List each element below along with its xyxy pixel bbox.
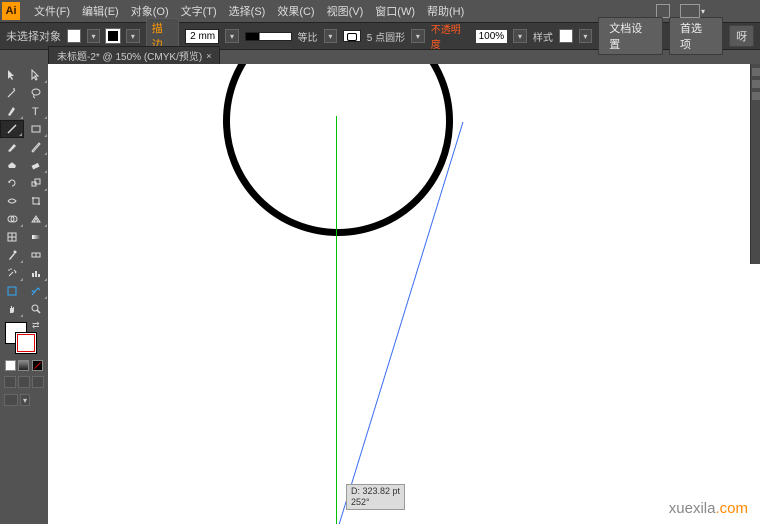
opacity-field[interactable]: 100%	[476, 30, 508, 43]
menu-help[interactable]: 帮助(H)	[421, 3, 470, 19]
gradient-tool[interactable]	[24, 228, 48, 246]
preferences-button[interactable]: 首选项	[669, 17, 723, 55]
measurement-distance: D: 323.82 pt	[351, 486, 400, 497]
measurement-tooltip: D: 323.82 pt 252°	[346, 484, 405, 510]
zoom-tool[interactable]	[24, 300, 48, 318]
stroke-weight-dropdown-icon[interactable]: ▾	[225, 29, 239, 43]
document-setup-button[interactable]: 文档设置	[598, 17, 663, 55]
type-tool[interactable]: T	[24, 102, 48, 120]
menu-select[interactable]: 选择(S)	[223, 3, 272, 19]
stroke-dropdown-icon[interactable]: ▾	[126, 29, 140, 43]
menu-object[interactable]: 对象(O)	[125, 3, 175, 19]
document-tab[interactable]: 未标题-2* @ 150% (CMYK/预览) ×	[48, 46, 220, 64]
variable-width-label: 等比	[298, 29, 318, 44]
screen-mode-row: ▾	[0, 391, 48, 409]
fill-swatch[interactable]	[67, 29, 81, 43]
draw-mode-row	[0, 373, 48, 391]
brush-label: 5 点圆形	[367, 29, 405, 44]
paintbrush-tool[interactable]	[0, 138, 24, 156]
draw-inside-icon[interactable]	[32, 376, 44, 388]
solid-color-icon[interactable]	[5, 360, 16, 371]
width-tool[interactable]	[0, 192, 24, 210]
watermark: xuexila.com	[669, 500, 748, 518]
opacity-label[interactable]: 不透明度	[431, 21, 470, 51]
pen-tool[interactable]	[0, 102, 24, 120]
color-picker[interactable]: ⇄	[0, 318, 48, 358]
style-swatch[interactable]	[559, 29, 573, 43]
menu-file[interactable]: 文件(F)	[28, 3, 76, 19]
vertical-guide	[336, 116, 337, 524]
menu-edit[interactable]: 编辑(E)	[76, 3, 125, 19]
selection-tool[interactable]	[0, 66, 24, 84]
eyedropper-tool[interactable]	[0, 246, 24, 264]
layout-icon[interactable]	[656, 4, 670, 18]
circle-shape[interactable]	[223, 64, 453, 236]
watermark-suffix: .com	[715, 500, 748, 517]
watermark-text: xuexila	[669, 500, 716, 517]
magic-wand-tool[interactable]	[0, 84, 24, 102]
gradient-color-icon[interactable]	[18, 360, 29, 371]
color-mode-row	[0, 358, 48, 373]
lasso-tool[interactable]	[24, 84, 48, 102]
menu-window[interactable]: 窗口(W)	[369, 3, 421, 19]
svg-text:T: T	[32, 106, 39, 117]
pencil-tool[interactable]	[24, 138, 48, 156]
canvas[interactable]: D: 323.82 pt 252°	[48, 64, 760, 524]
dock-panel-icon[interactable]	[752, 68, 760, 76]
line-segment-tool[interactable]	[0, 120, 24, 138]
variable-width-dropdown-icon[interactable]: ▾	[324, 29, 338, 43]
dock-panel-icon[interactable]	[752, 80, 760, 88]
free-transform-tool[interactable]	[24, 192, 48, 210]
brush-dropdown-icon[interactable]: ▾	[411, 29, 425, 43]
hand-tool[interactable]	[0, 300, 24, 318]
selection-status: 未选择对象	[6, 28, 61, 44]
variable-width-preview[interactable]	[245, 32, 292, 41]
stroke-swatch[interactable]	[106, 29, 120, 43]
shape-builder-tool[interactable]	[0, 210, 24, 228]
screen-mode-dropdown-icon[interactable]: ▾	[20, 394, 30, 406]
draw-normal-icon[interactable]	[4, 376, 16, 388]
more-button[interactable]: 呀	[729, 25, 754, 47]
workspace: T ⇄	[0, 64, 760, 524]
blend-tool[interactable]	[24, 246, 48, 264]
rotate-tool[interactable]	[0, 174, 24, 192]
fill-dropdown-icon[interactable]: ▾	[87, 29, 101, 43]
document-tab-label: 未标题-2* @ 150% (CMYK/预览)	[57, 48, 202, 63]
menu-effect[interactable]: 效果(C)	[271, 3, 320, 19]
scale-tool[interactable]	[24, 174, 48, 192]
tool-grid: T	[0, 66, 48, 318]
perspective-grid-tool[interactable]	[24, 210, 48, 228]
style-label: 样式	[533, 29, 553, 44]
brush-preview[interactable]	[343, 30, 361, 42]
right-dock[interactable]	[750, 64, 760, 264]
artboard-tool[interactable]	[0, 282, 24, 300]
menu-type[interactable]: 文字(T)	[175, 3, 223, 19]
column-graph-tool[interactable]	[24, 264, 48, 282]
swap-colors-icon[interactable]: ⇄	[32, 320, 42, 330]
dock-panel-icon[interactable]	[752, 92, 760, 100]
stroke-color[interactable]	[15, 332, 37, 354]
none-color-icon[interactable]	[32, 360, 43, 371]
rectangle-tool[interactable]	[24, 120, 48, 138]
app-logo: Ai	[2, 2, 20, 20]
opacity-dropdown-icon[interactable]: ▾	[513, 29, 527, 43]
direct-selection-tool[interactable]	[24, 66, 48, 84]
eraser-tool[interactable]	[24, 156, 48, 174]
mesh-tool[interactable]	[0, 228, 24, 246]
menu-view[interactable]: 视图(V)	[321, 3, 370, 19]
screen-mode-icon[interactable]	[4, 394, 18, 406]
close-icon[interactable]: ×	[206, 51, 211, 61]
draw-behind-icon[interactable]	[18, 376, 30, 388]
arrange-icon[interactable]: ▾	[680, 4, 700, 18]
style-dropdown-icon[interactable]: ▾	[579, 29, 593, 43]
tool-panel: T ⇄	[0, 64, 48, 524]
stroke-weight-field[interactable]: 2 mm	[185, 29, 219, 44]
blob-brush-tool[interactable]	[0, 156, 24, 174]
symbol-sprayer-tool[interactable]	[0, 264, 24, 282]
slice-tool[interactable]	[24, 282, 48, 300]
measurement-angle: 252°	[351, 497, 400, 508]
